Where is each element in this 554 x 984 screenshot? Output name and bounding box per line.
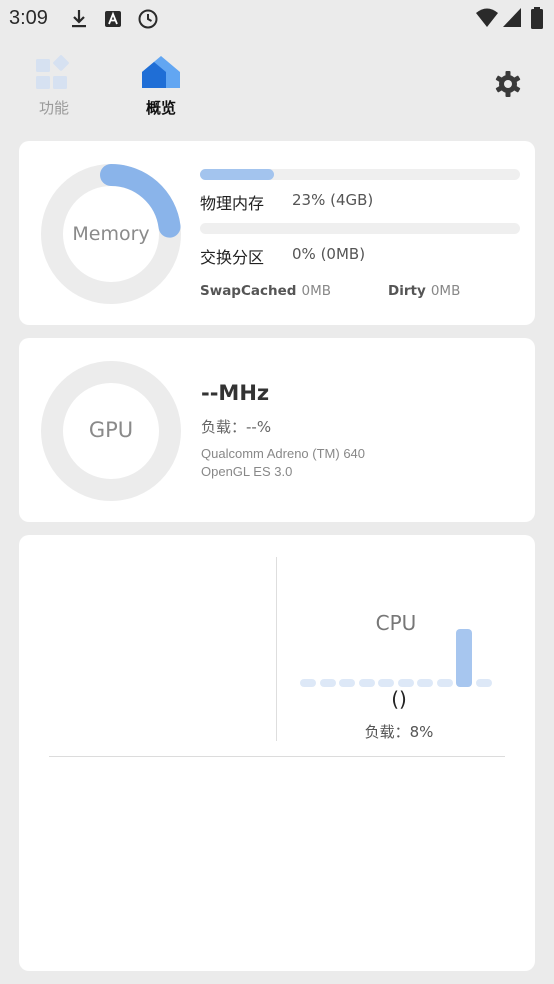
dirty-key: Dirty	[388, 283, 426, 299]
dirty-stat: Dirty 0MB	[388, 280, 460, 299]
swapcached-value: 0MB	[301, 283, 332, 299]
status-time: 3:09	[9, 7, 48, 29]
cpu-core-bar	[378, 679, 394, 687]
wifi-icon	[476, 8, 498, 27]
physical-memory-value: 23% (4GB)	[292, 191, 374, 209]
font-a-icon	[105, 11, 121, 27]
swap-value: 0% (0MB)	[292, 245, 366, 263]
cpu-core-bar	[397, 679, 414, 687]
gear-icon[interactable]	[494, 70, 522, 98]
dirty-value: 0MB	[430, 283, 461, 299]
clock-icon	[138, 9, 158, 29]
tab-functions-label: 功能	[38, 99, 69, 117]
swap-bar	[200, 223, 520, 234]
cpu-load: 负载：8%	[364, 723, 434, 741]
cpu-core-bar	[300, 679, 316, 687]
tab-functions[interactable]: 功能	[24, 52, 84, 122]
tab-overview[interactable]: 概览	[131, 52, 191, 122]
gpu-renderer: Qualcomm Adreno (TM) 640	[201, 446, 366, 461]
download-icon	[72, 10, 86, 28]
cpu-frequency: ()	[391, 687, 407, 711]
gpu-load: 负载：--%	[201, 418, 272, 436]
cpu-card[interactable]: CPU () 负载：8%	[19, 535, 535, 971]
gpu-ring-label: GPU	[88, 418, 134, 442]
cpu-core-bar	[417, 679, 433, 687]
battery-icon	[531, 7, 543, 29]
swapcached-stat: SwapCached 0MB	[200, 280, 331, 299]
gpu-api: OpenGL ES 3.0	[201, 464, 293, 479]
physical-memory-label: 物理内存	[200, 194, 265, 213]
physical-memory-bar	[200, 169, 520, 180]
swap-label: 交换分区	[200, 248, 265, 267]
swapcached-key: SwapCached	[200, 283, 297, 299]
cpu-core-bar	[436, 679, 453, 687]
grid-blocks-icon	[36, 55, 69, 89]
cpu-core-bar	[339, 679, 355, 687]
memory-ring-label: Memory	[72, 223, 150, 245]
physical-memory-bar-fill	[200, 169, 274, 180]
signal-icon	[503, 8, 521, 27]
cpu-title: CPU	[375, 611, 417, 635]
cpu-core-bar	[475, 679, 492, 687]
gpu-card[interactable]: GPU --MHz 负载：--% Qualcomm Adreno (TM) 64…	[19, 338, 535, 522]
cpu-core-bar	[319, 679, 336, 687]
memory-card[interactable]: Memory 物理内存 23% (4GB) 交换分区 0% (0MB) Swap…	[19, 141, 535, 325]
cpu-divider-vertical	[276, 557, 277, 741]
gpu-frequency: --MHz	[201, 381, 270, 405]
cpu-core-bar	[358, 679, 375, 687]
cpu-divider-horizontal	[49, 756, 505, 757]
home-icon	[142, 56, 180, 88]
tab-overview-label: 概览	[145, 99, 176, 117]
status-bar: 3:09	[0, 0, 554, 38]
cpu-core-bar	[456, 629, 472, 687]
